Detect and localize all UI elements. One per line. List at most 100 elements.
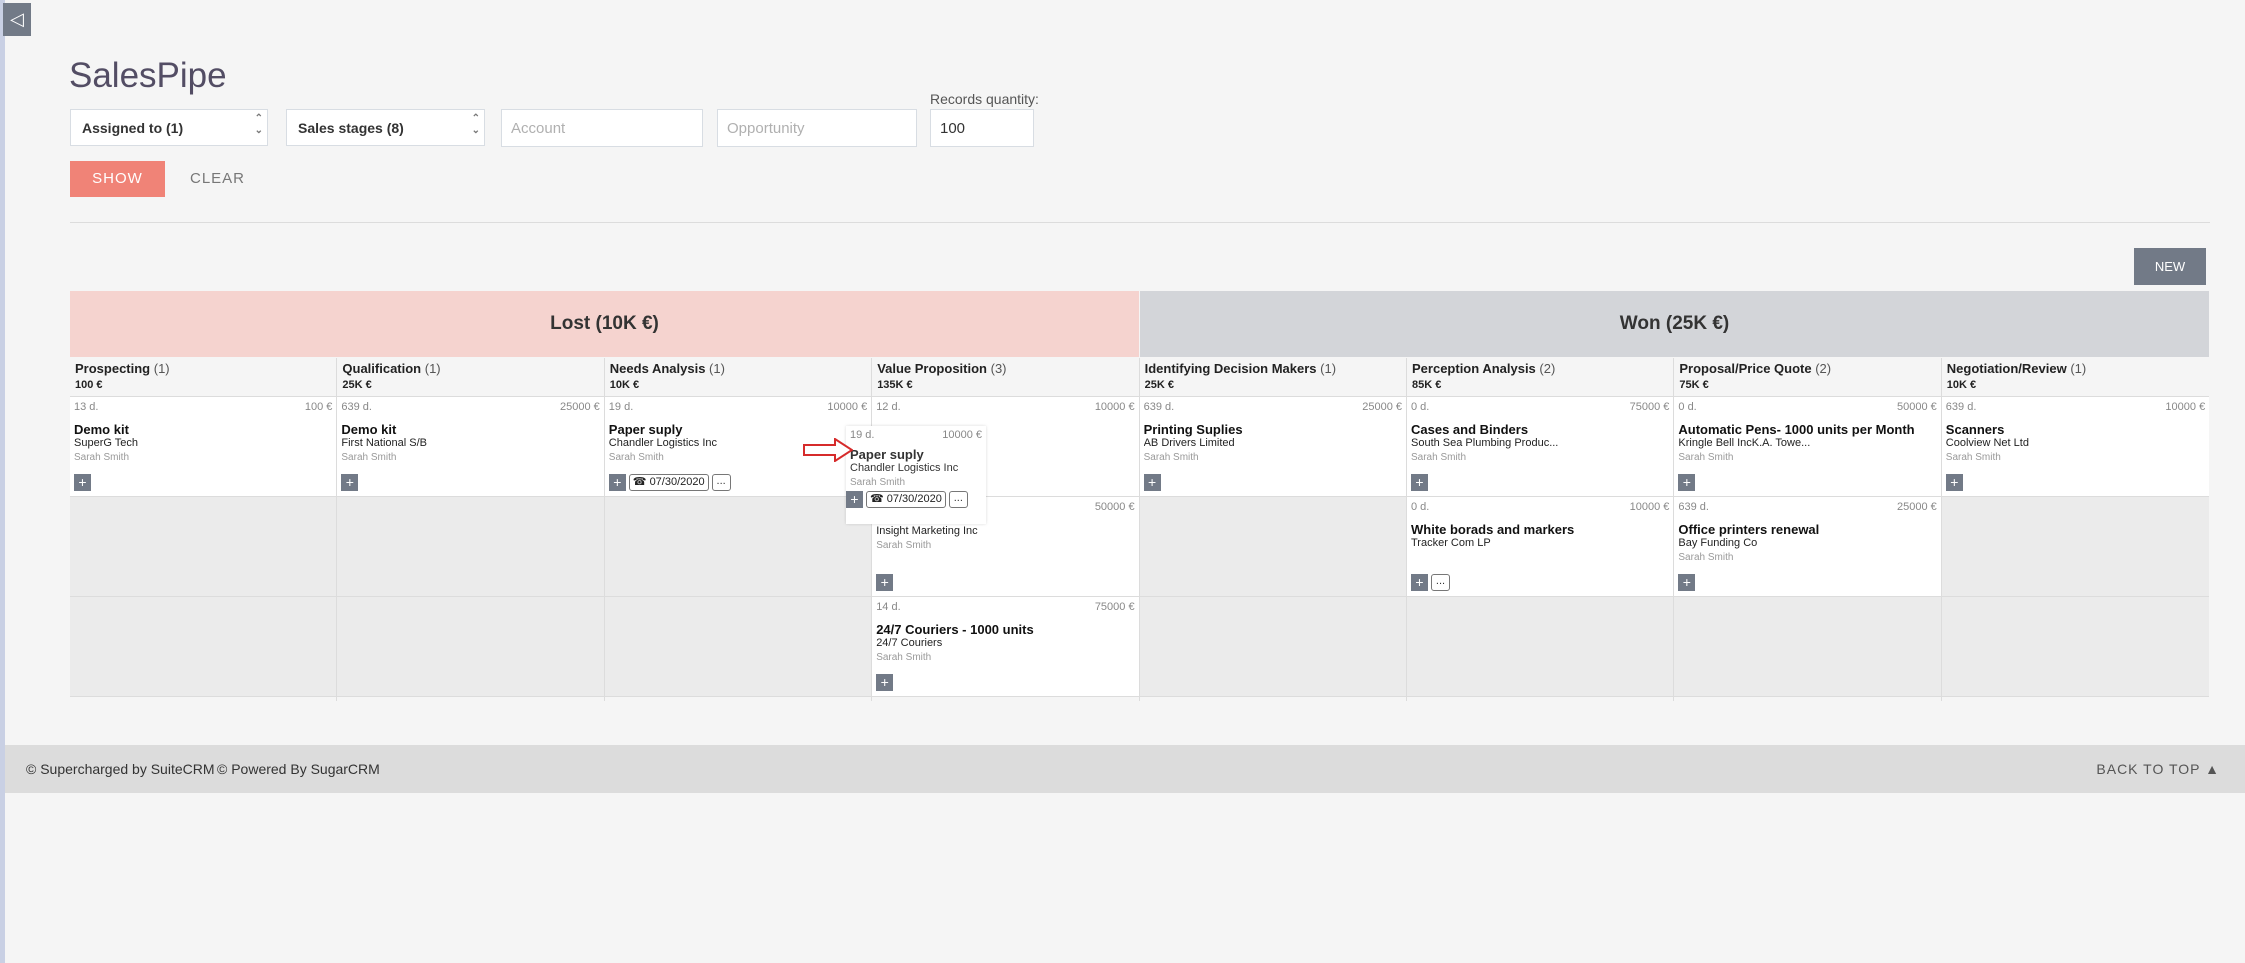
card-account[interactable]: AB Drivers Limited [1144, 437, 1402, 449]
page-title: SalesPipe [69, 56, 227, 95]
add-icon[interactable]: + [1411, 574, 1428, 591]
empty-slot [604, 497, 872, 597]
card-name[interactable]: Automatic Pens- 1000 units per Month [1678, 422, 1936, 437]
card-actions: + [1945, 474, 1963, 491]
opportunity-card[interactable]: 0 d. 50000 € Automatic Pens- 1000 units pe… [1674, 397, 1941, 496]
stage-count: (3) [990, 361, 1007, 376]
card-name[interactable]: Demo kit [74, 422, 332, 437]
stage-column: Value Proposition (3)135K €12 d.10000 €+… [872, 358, 1140, 701]
opportunity-card[interactable]: 0 d. 10000 € White borads and markers Track… [1407, 497, 1674, 596]
card-actions: + [1411, 474, 1428, 491]
call-date-chip[interactable]: ☎ 07/30/2020 [866, 491, 946, 508]
clear-button[interactable]: CLEAR [190, 170, 245, 187]
phone-icon: ☎ [870, 493, 884, 505]
card-slot: 639 d. 25000 € Printing Suplies AB Drivers … [1139, 397, 1406, 497]
stepper-arrows-icon[interactable]: ⌃ ⌄ [472, 113, 480, 137]
card-account[interactable]: Kringle Bell IncK.A. Towe... [1678, 437, 1936, 449]
card-amount: 50000 € [1094, 501, 1135, 513]
records-quantity-input[interactable] [930, 109, 1034, 147]
add-icon[interactable]: + [1678, 474, 1696, 491]
card-name[interactable]: White borads and markers [1411, 522, 1669, 537]
card-name[interactable]: Demo kit [341, 422, 599, 437]
card-account[interactable]: 24/7 Couriers [876, 637, 1134, 649]
card-days: 13 d. [74, 401, 99, 413]
empty-slot [1941, 497, 2210, 597]
account-input[interactable] [501, 109, 703, 147]
add-icon[interactable]: + [1143, 474, 1161, 491]
more-button[interactable]: ... [948, 491, 968, 508]
stage-column: Identifying Decision Makers (1) 25K €639 … [1139, 358, 1407, 701]
assigned-to-label: Assigned to (1) [82, 120, 184, 136]
stepper-arrows-icon[interactable]: ⌃ ⌄ [255, 113, 263, 137]
stage-sum: 10K € [609, 379, 640, 391]
card-name[interactable]: 24/7 Couriers - 1000 units [876, 622, 1134, 637]
opportunity-card[interactable]: 639 d. 25000 € Printing Suplies AB Drivers … [1139, 397, 1406, 496]
stage-sum: 100 € [75, 379, 103, 391]
card-account[interactable]: South Sea Plumbing Produc... [1411, 437, 1669, 449]
stage-column: Needs Analysis (1) 10K € 19 d. 10000 € Paper… [604, 358, 873, 701]
card-actions: + [341, 474, 359, 491]
card-actions: + [1678, 474, 1696, 491]
add-icon[interactable]: + [608, 474, 626, 491]
add-icon[interactable]: + [876, 574, 894, 591]
stage-count: (2) [1539, 361, 1556, 376]
call-date-chip[interactable]: ☎ 07/30/2020 [628, 474, 709, 491]
card-name[interactable]: Cases and Binders [1411, 422, 1669, 437]
opportunity-card[interactable]: 639 d. 10000 € Scanners Coolview Net Ltd Sar… [1941, 397, 2210, 496]
add-icon[interactable]: + [1678, 574, 1696, 591]
card-slot: 0 d. 10000 € White borads and markers Track… [1407, 497, 1674, 597]
card-name[interactable]: Printing Suplies [1144, 422, 1402, 437]
card-account[interactable]: Tracker Com LP [1411, 537, 1669, 549]
more-button[interactable]: ... [711, 474, 731, 491]
group-lost: Lost (10K €) [70, 291, 1139, 357]
opportunity-card[interactable]: 0 d. 75000 € Cases and Binders South Sea Pl… [1407, 397, 1674, 496]
card-account[interactable]: SuperG Tech [74, 437, 332, 449]
suitecrm-link[interactable]: © Supercharged by SuiteCRM [26, 761, 215, 777]
more-button[interactable]: ... [1431, 574, 1450, 591]
card-name[interactable]: Paper suply [850, 447, 982, 462]
card-account[interactable]: Coolview Net Ltd [1946, 437, 2205, 449]
card-name[interactable]: Office printers renewal [1678, 522, 1936, 537]
card-user: Sarah Smith [1411, 452, 1467, 463]
sidebar-toggle-icon[interactable]: ◁ [3, 3, 31, 36]
dragged-card[interactable]: 19 d. 10000 € Paper suply Chandler Logis… [846, 426, 986, 524]
opportunity-card[interactable]: 639 d. 25000 € Demo kit First National S/B S… [337, 397, 604, 496]
card-user: Sarah Smith [876, 540, 932, 551]
card-account[interactable]: First National S/B [341, 437, 599, 449]
back-to-top-link[interactable]: BACK TO TOP ▲ [2096, 761, 2220, 777]
sales-stages-select[interactable]: Sales stages (8) ⌃ ⌄ [286, 109, 485, 146]
card-name[interactable]: Paper suply [609, 422, 867, 437]
stage-name: Perception Analysis [1412, 361, 1536, 376]
card-slot: 639 d. 10000 € Scanners Coolview Net Ltd Sar… [1941, 397, 2210, 497]
opportunity-input[interactable] [717, 109, 917, 147]
opportunity-card[interactable]: 13 d. 100 € Demo kit SuperG Tech Sarah Smith… [70, 397, 337, 496]
opportunity-card[interactable]: 639 d. 25000 € Office printers renewal Bay … [1674, 497, 1941, 596]
sugarcrm-link[interactable]: © Powered By SugarCRM [217, 761, 380, 777]
divider [70, 222, 2210, 223]
add-icon[interactable]: + [1411, 474, 1428, 491]
add-icon[interactable]: + [846, 491, 863, 508]
empty-slot [1139, 597, 1406, 697]
show-button[interactable]: SHOW [70, 161, 165, 197]
empty-slot [1674, 597, 1941, 697]
new-button[interactable]: NEW [2134, 248, 2206, 285]
add-icon[interactable]: + [1945, 474, 1963, 491]
card-account[interactable]: Bay Funding Co [1678, 537, 1936, 549]
card-account[interactable]: Insight Marketing Inc [876, 525, 1134, 537]
assigned-to-select[interactable]: Assigned to (1) ⌃ ⌄ [70, 109, 268, 146]
card-amount: 100 € [304, 401, 333, 413]
empty-slot [337, 597, 604, 697]
card-amount: 10000 € [1629, 501, 1670, 513]
add-icon[interactable]: + [341, 474, 359, 491]
stage-header: Value Proposition (3) 135K € [872, 358, 1139, 397]
stage-name: Qualification [342, 361, 422, 376]
stage-sum: 25K € [342, 379, 372, 391]
stage-header: Perception Analysis (2) 85K € [1407, 358, 1674, 397]
opportunity-card[interactable]: 14 d. 75000 €24/7 Couriers - 1000 units 24… [872, 597, 1139, 696]
group-won: Won (25K €) [1140, 291, 2209, 357]
caret-up-icon: ▲ [2205, 761, 2220, 777]
card-name[interactable]: Scanners [1946, 422, 2205, 437]
card-account[interactable]: Chandler Logistics Inc [850, 462, 982, 474]
add-icon[interactable]: + [74, 474, 91, 491]
add-icon[interactable]: + [876, 674, 894, 691]
